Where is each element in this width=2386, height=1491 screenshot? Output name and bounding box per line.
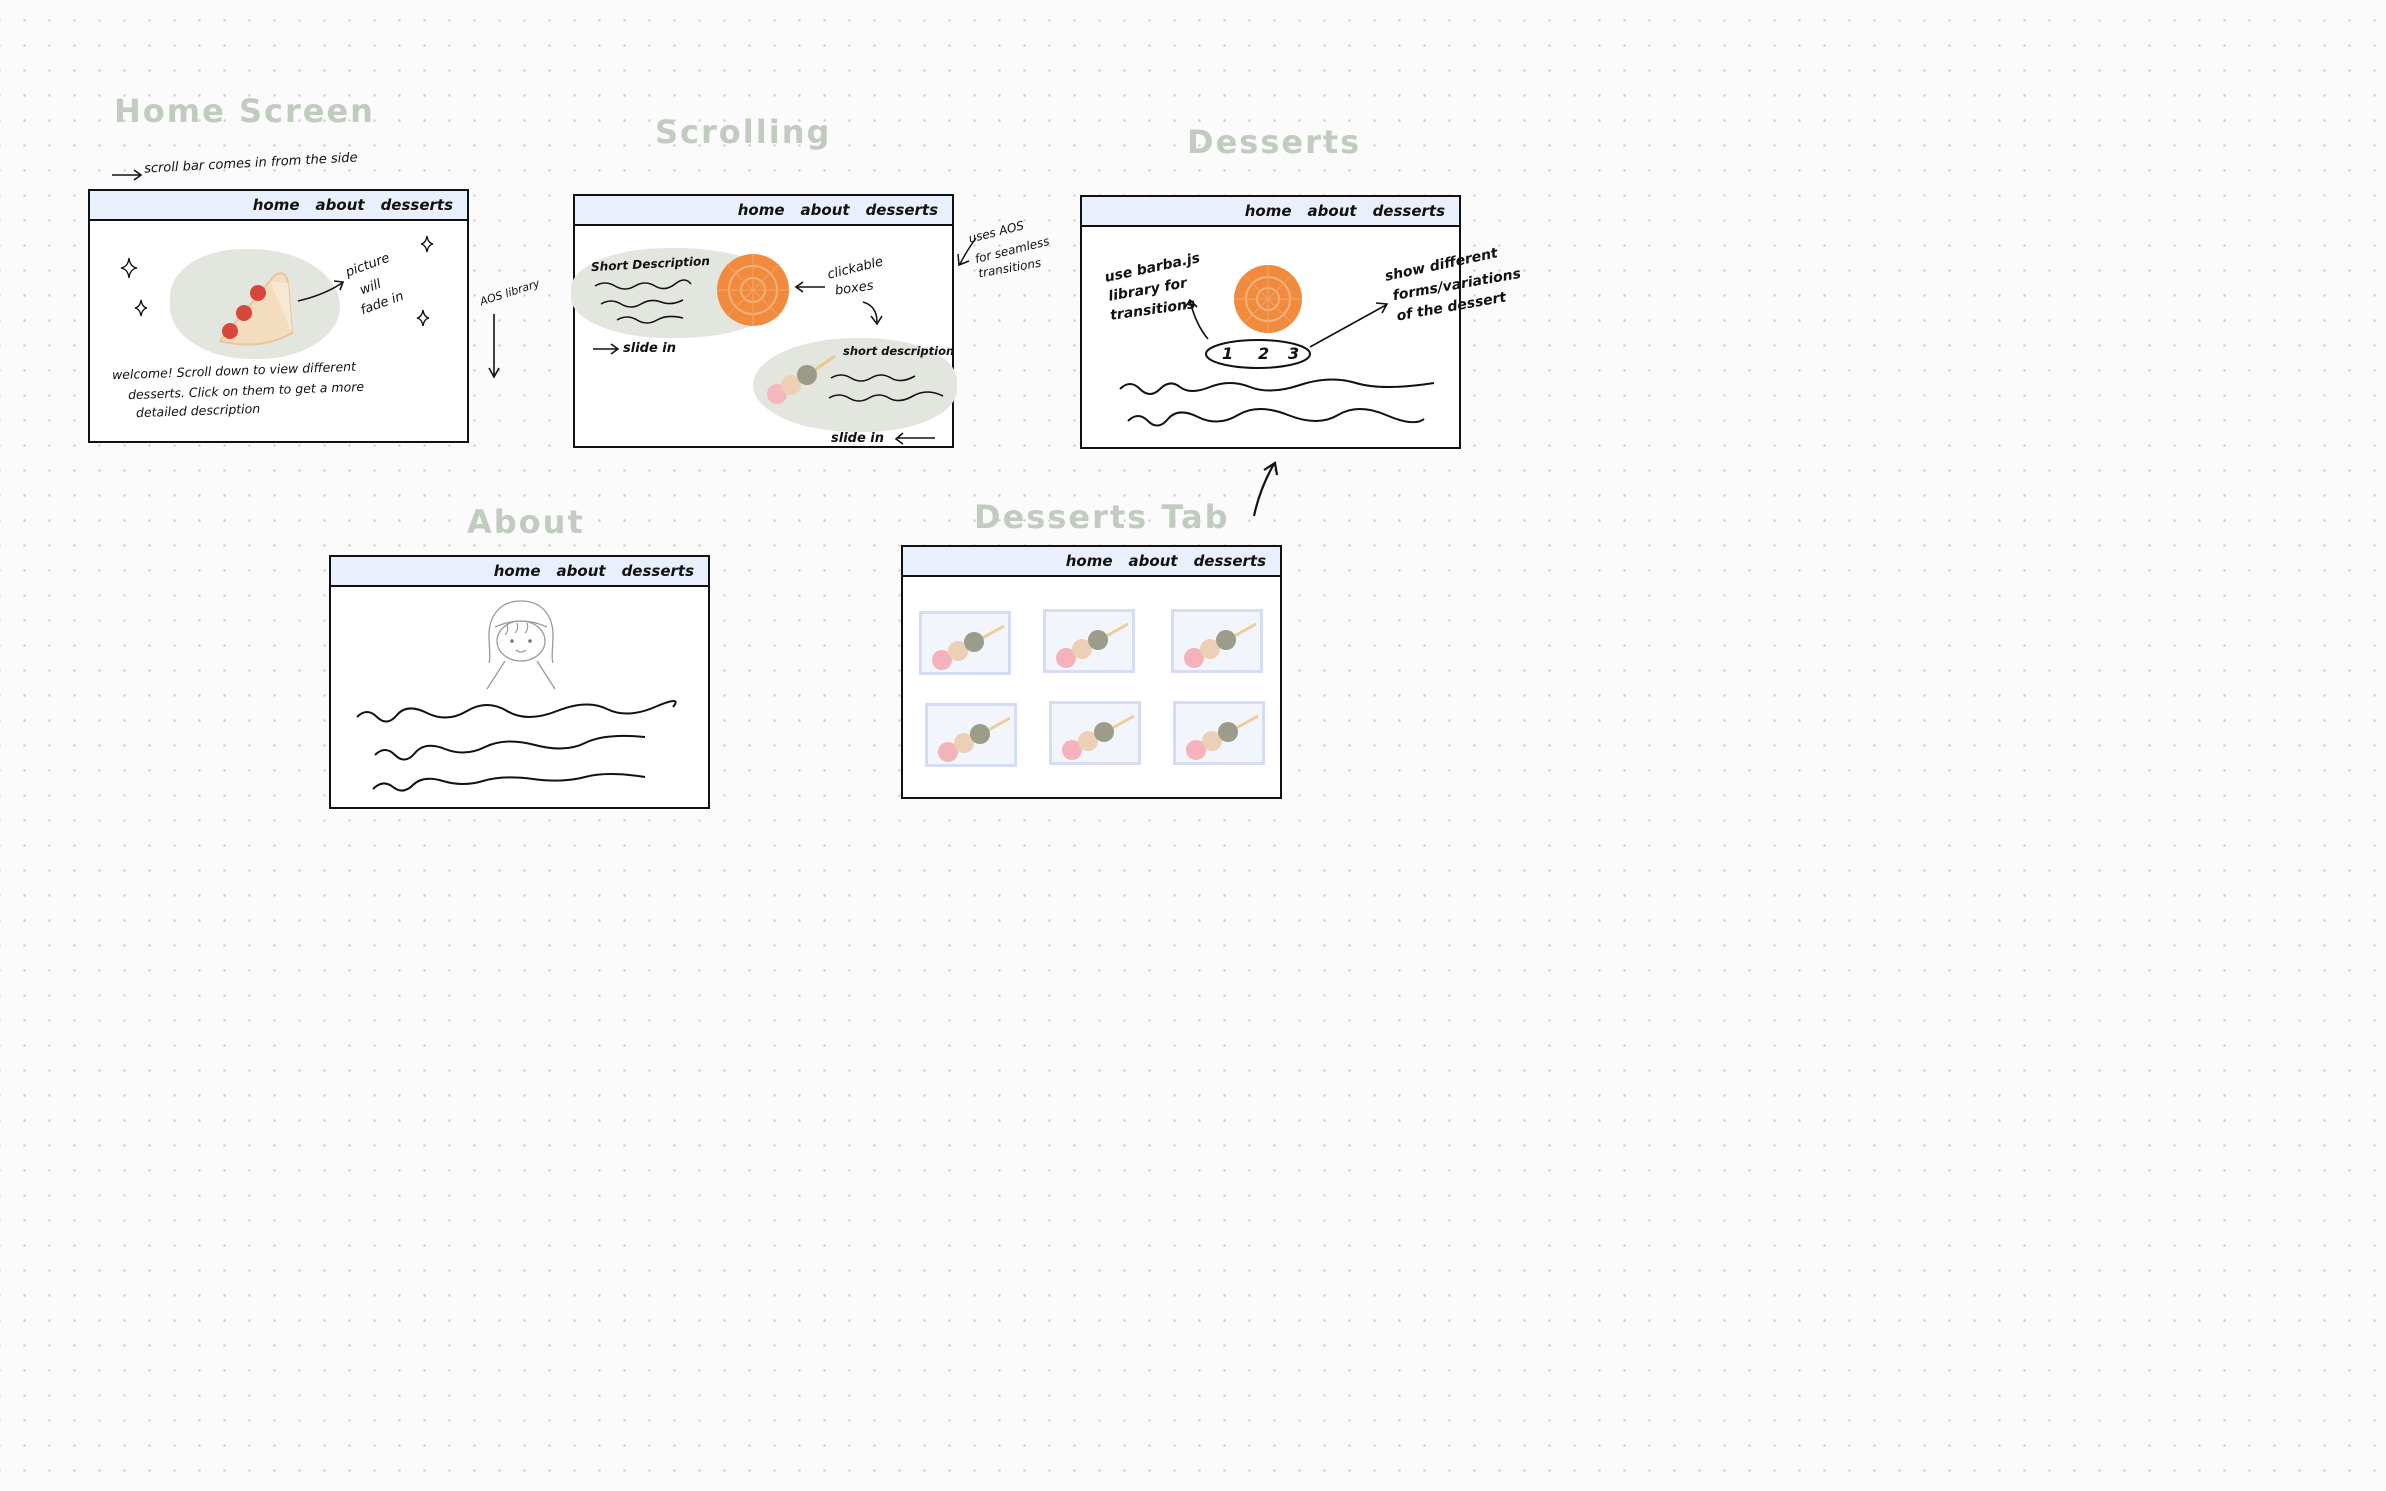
nav-desserts[interactable]: desserts xyxy=(1194,552,1266,570)
navbar: home about desserts xyxy=(90,191,467,221)
pager-3[interactable]: 3 xyxy=(1288,343,1299,365)
note-slide-in-1: slide in xyxy=(623,341,677,356)
welcome-line-2: desserts. Click on them to get a more xyxy=(127,378,365,403)
sparkle-icon xyxy=(420,235,434,253)
arrow-up-left-icon xyxy=(1183,298,1209,340)
frame-home-screen: home about desserts picture will fade in… xyxy=(88,189,469,443)
title-about: About xyxy=(467,503,585,541)
dessert-card[interactable] xyxy=(1049,701,1141,765)
nav-about[interactable]: about xyxy=(801,201,850,219)
arrow-right-icon xyxy=(593,343,620,355)
frame-desserts-tab: home about desserts xyxy=(901,545,1282,799)
sparkle-icon xyxy=(416,309,430,327)
title-desserts-tab: Desserts Tab xyxy=(974,498,1230,536)
title-home-screen: Home Screen xyxy=(114,92,375,130)
nav-desserts[interactable]: desserts xyxy=(622,562,694,580)
nav-home[interactable]: home xyxy=(1245,202,1292,220)
nav-home[interactable]: home xyxy=(1066,552,1113,570)
nav-home[interactable]: home xyxy=(738,201,785,219)
dango-icon xyxy=(932,624,1005,670)
frame-about: home about desserts xyxy=(329,555,710,809)
navbar: home about desserts xyxy=(575,196,952,226)
note-scroll-bar: scroll bar comes in from the side xyxy=(143,150,358,177)
sparkle-icon xyxy=(134,299,148,317)
title-desserts: Desserts xyxy=(1187,123,1362,161)
navbar: home about desserts xyxy=(1082,197,1459,227)
arrow-left-icon xyxy=(894,432,935,445)
short-description-2: short description xyxy=(843,344,955,358)
dessert-card[interactable] xyxy=(919,611,1011,675)
curved-arrow-icon xyxy=(862,301,883,326)
arrow-up-right-icon xyxy=(1309,302,1389,348)
pager-2[interactable]: 2 xyxy=(1258,343,1269,365)
nav-desserts[interactable]: desserts xyxy=(1373,202,1445,220)
curved-arrow-icon xyxy=(297,280,345,302)
arrow-left-icon xyxy=(794,281,825,293)
note-picture: picture xyxy=(343,250,392,281)
portrait-icon xyxy=(486,600,556,690)
scribble-text-lines xyxy=(1119,378,1435,427)
dessert-card[interactable] xyxy=(1043,609,1135,673)
note-slide-in-2: slide in xyxy=(831,431,885,446)
mooncake-icon xyxy=(1234,265,1302,333)
dango-icon xyxy=(1184,622,1257,668)
nav-about[interactable]: about xyxy=(1129,552,1178,570)
title-scrolling: Scrolling xyxy=(655,113,832,151)
frame-scrolling: home about desserts Short Description cl… xyxy=(571,194,957,448)
dessert-card[interactable] xyxy=(925,703,1017,767)
navbar: home about desserts xyxy=(331,557,708,587)
nav-about[interactable]: about xyxy=(316,196,365,214)
cake-slice-icon xyxy=(218,272,294,346)
note-aos-library: AOS library xyxy=(478,276,542,309)
arrow-right-icon xyxy=(112,169,143,181)
nav-home[interactable]: home xyxy=(494,562,541,580)
navbar: home about desserts xyxy=(903,547,1280,577)
scribble-text-lines xyxy=(594,279,692,324)
dango-icon xyxy=(1062,714,1135,760)
nav-desserts[interactable]: desserts xyxy=(866,201,938,219)
dessert-card[interactable] xyxy=(1173,701,1265,765)
arrow-down-icon xyxy=(488,314,500,379)
nav-home[interactable]: home xyxy=(253,196,300,214)
dango-icon xyxy=(1186,714,1259,760)
nav-about[interactable]: about xyxy=(557,562,606,580)
pager-1[interactable]: 1 xyxy=(1222,343,1233,365)
scribble-text-lines xyxy=(828,374,944,402)
arrow-up-icon xyxy=(1252,461,1279,517)
scribble-text-lines xyxy=(356,700,677,792)
sparkle-icon xyxy=(120,257,138,279)
dango-icon xyxy=(938,716,1011,762)
note-boxes: boxes xyxy=(834,278,875,299)
welcome-line-3: detailed description xyxy=(135,400,261,421)
nav-desserts[interactable]: desserts xyxy=(381,196,453,214)
dessert-card[interactable] xyxy=(1171,609,1263,673)
mooncake-icon xyxy=(717,254,789,326)
nav-about[interactable]: about xyxy=(1308,202,1357,220)
dango-icon xyxy=(1056,622,1129,668)
